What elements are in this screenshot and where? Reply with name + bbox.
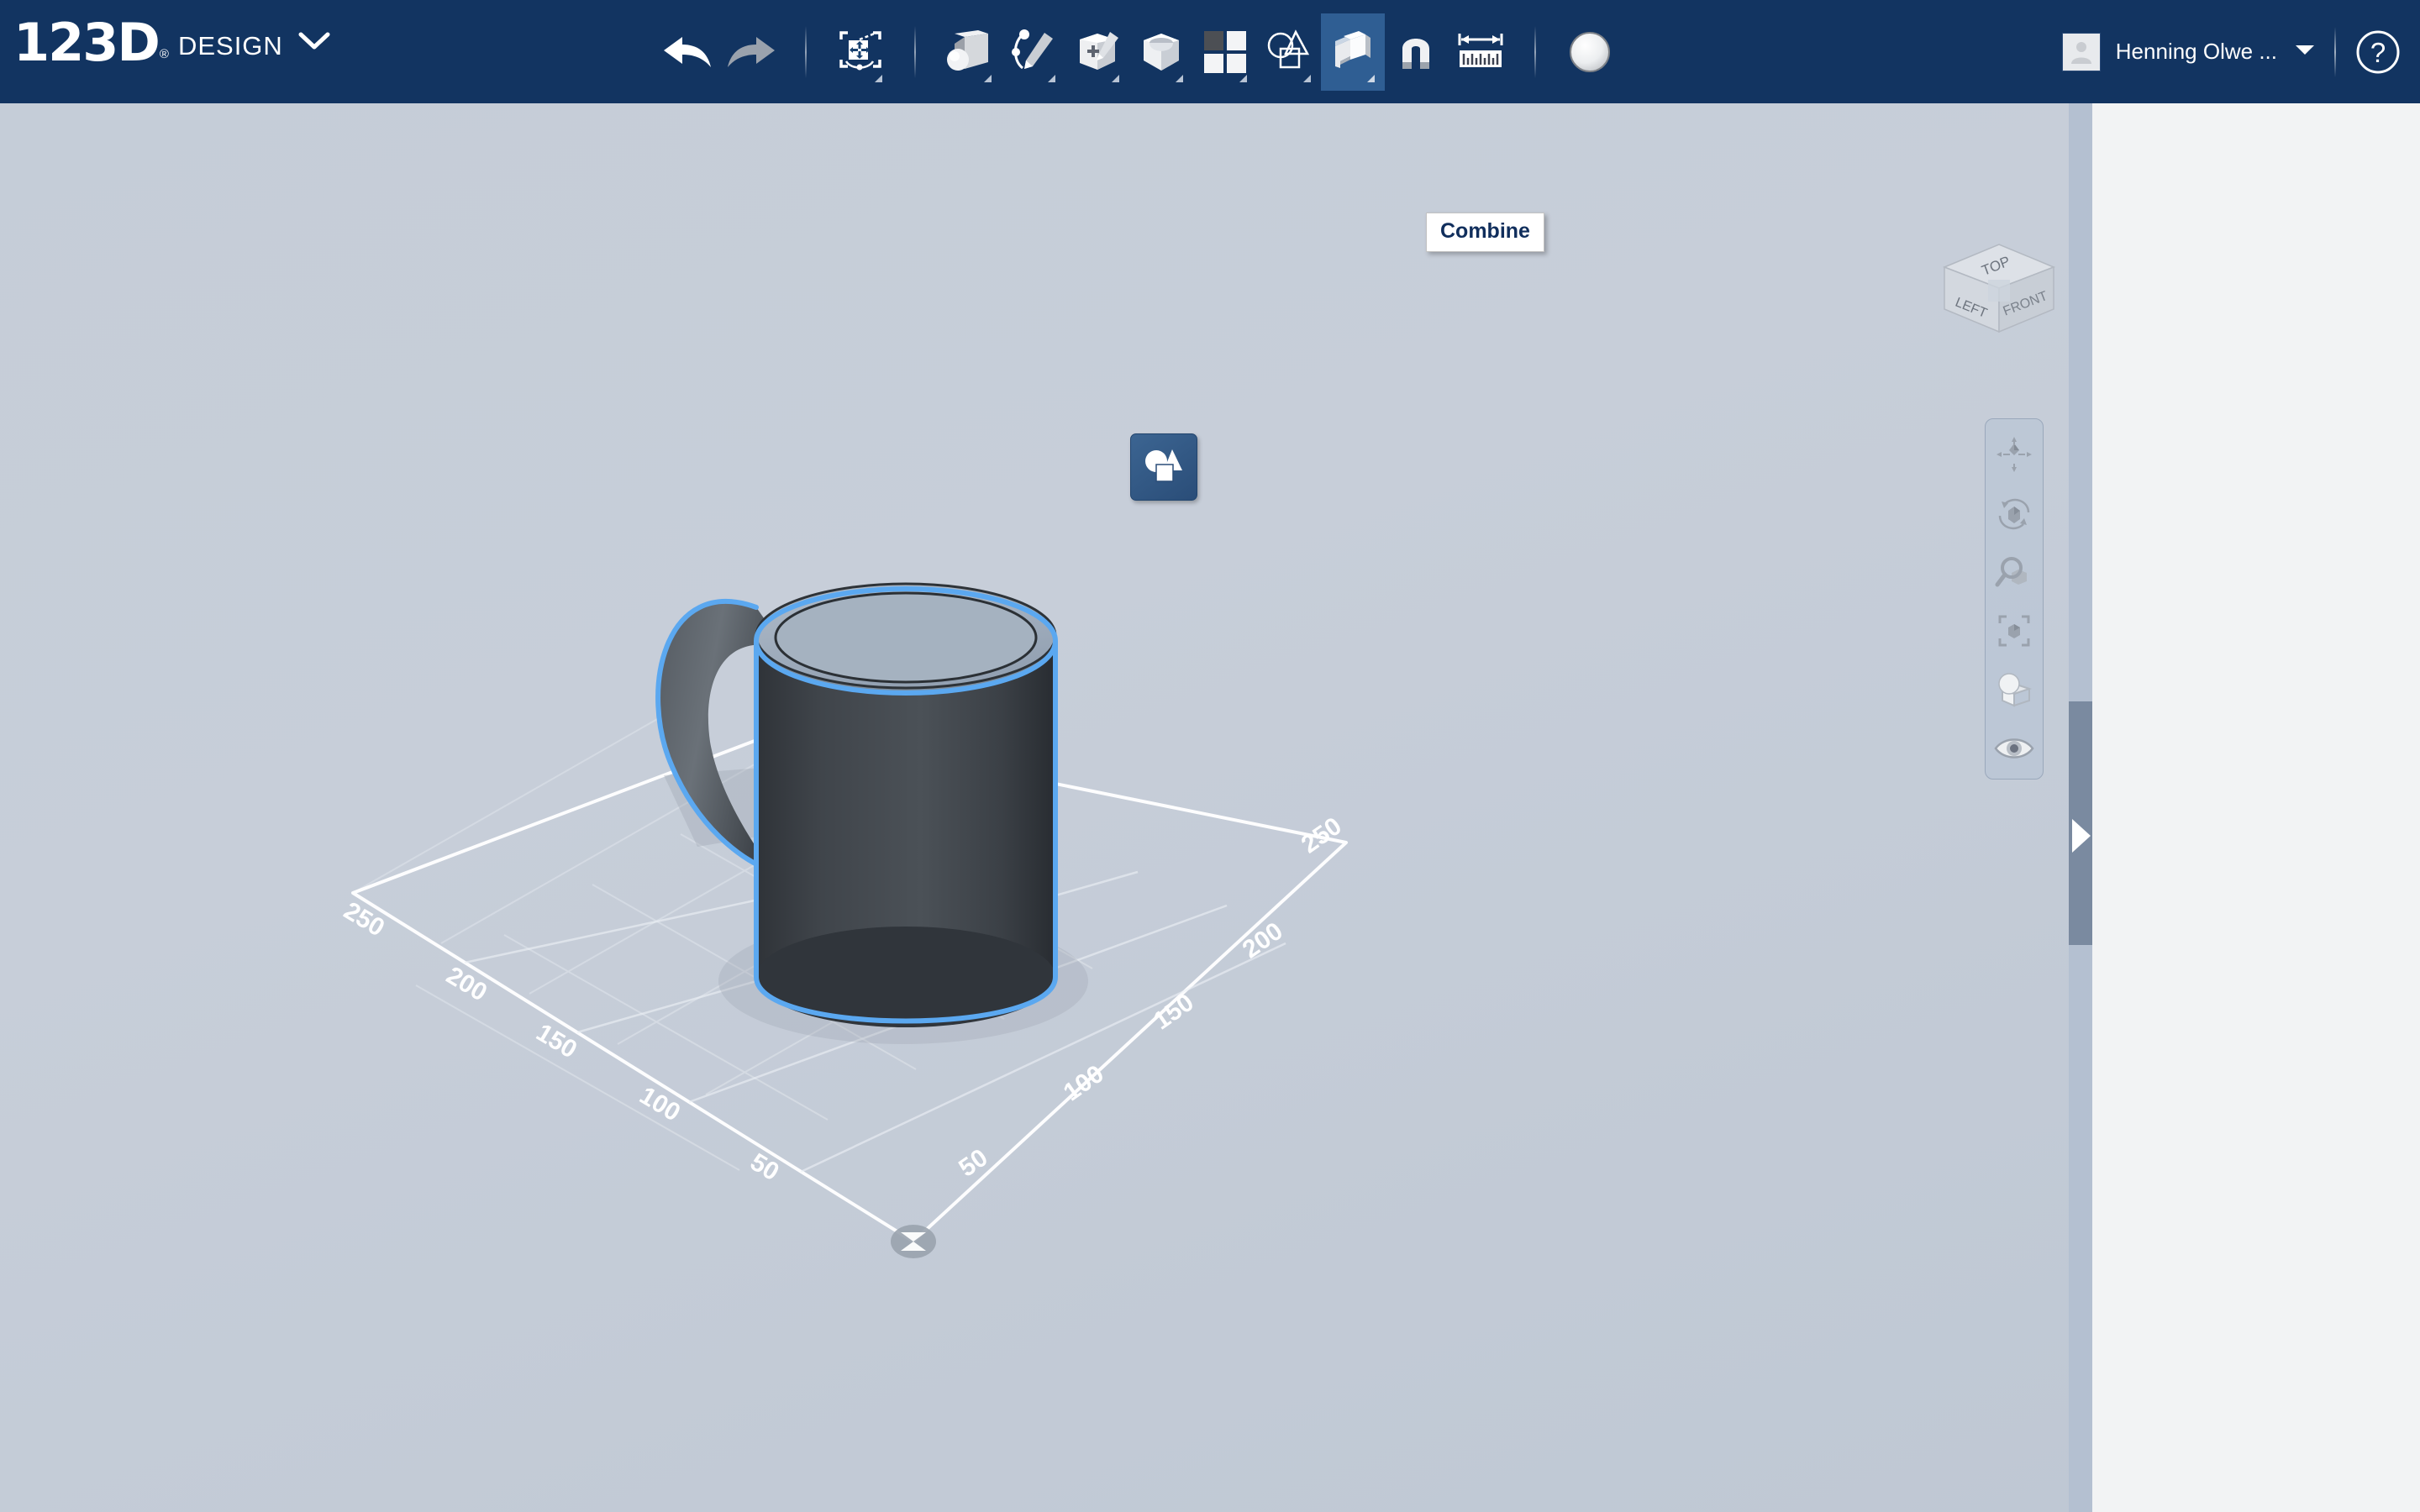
panel-expand-arrow-icon[interactable]	[2072, 819, 2091, 853]
top-toolbar: 123D ® DESIGN Henning Olwe ... ?	[0, 0, 2420, 103]
3d-viewport[interactable]: 250 200 150 100 50 50 100 150 200 250 TO…	[0, 103, 2092, 1512]
menu-indicator-icon	[1048, 74, 1055, 82]
view-navigation-bar	[1985, 418, 2044, 780]
shapes-combine-icon	[1145, 449, 1182, 482]
menu-indicator-icon	[1112, 74, 1119, 82]
logo-design-text: DESIGN	[177, 31, 283, 60]
tooltip-combine: Combine	[1426, 213, 1544, 252]
toolbar-item-construct[interactable]	[1065, 13, 1129, 91]
toolbar-separator	[914, 25, 916, 78]
toolbar-item-snap[interactable]	[1385, 13, 1449, 91]
grid-origin-icon	[891, 1225, 936, 1258]
nav-zoom-icon[interactable]	[1988, 543, 2040, 601]
logo-123d-text: 123D	[13, 12, 160, 73]
nav-display-settings-icon[interactable]	[1988, 661, 2040, 718]
toolbar-item-primitives[interactable]	[938, 13, 1002, 91]
floating-combine-button[interactable]	[1130, 433, 1197, 501]
menu-indicator-icon	[875, 74, 882, 82]
chevron-down-icon[interactable]	[298, 31, 330, 55]
toolbar-item-measure[interactable]	[1449, 13, 1512, 91]
toolbar-item-material[interactable]	[1558, 13, 1622, 91]
right-side-panel	[2092, 103, 2420, 1512]
user-menu[interactable]: Henning Olwe ... ?	[2061, 0, 2402, 103]
caret-down-icon[interactable]	[2294, 43, 2316, 60]
view-cube[interactable]: TOP LEFT FRONT	[1919, 221, 2079, 347]
toolbar-item-sketch[interactable]	[1002, 13, 1065, 91]
redo-button[interactable]	[719, 13, 783, 91]
user-avatar-icon	[2061, 32, 2101, 71]
nav-fit-icon[interactable]	[1988, 602, 2040, 659]
toolbar-separator	[1534, 25, 1536, 78]
menu-indicator-icon	[1239, 74, 1247, 82]
nav-orbit-icon[interactable]	[1988, 485, 2040, 542]
toolbar-separator	[805, 25, 807, 78]
toolbar-separator	[2334, 26, 2336, 77]
svg-text:?: ?	[2370, 37, 2386, 68]
toolbar-item-grouping[interactable]	[1257, 13, 1321, 91]
nav-visibility-icon[interactable]	[1988, 720, 2040, 777]
menu-indicator-icon	[1367, 74, 1375, 82]
toolbar-item-transform[interactable]	[829, 13, 892, 91]
nav-pan-icon[interactable]	[1988, 426, 2040, 483]
help-icon[interactable]: ?	[2354, 29, 2402, 76]
toolbar-item-combine[interactable]	[1321, 13, 1385, 91]
scene-graphics	[351, 582, 1348, 1258]
undo-button[interactable]	[655, 13, 719, 91]
toolbar-item-pattern[interactable]	[1193, 13, 1257, 91]
menu-indicator-icon	[984, 74, 992, 82]
toolbar-tools	[655, 0, 1622, 103]
logo-registered-mark: ®	[159, 47, 169, 61]
user-name-label: Henning Olwe ...	[2115, 39, 2277, 64]
menu-indicator-icon	[1303, 74, 1311, 82]
toolbar-item-modify[interactable]	[1129, 13, 1193, 91]
menu-indicator-icon	[1176, 74, 1183, 82]
app-logo[interactable]: 123D ® DESIGN	[13, 12, 330, 73]
